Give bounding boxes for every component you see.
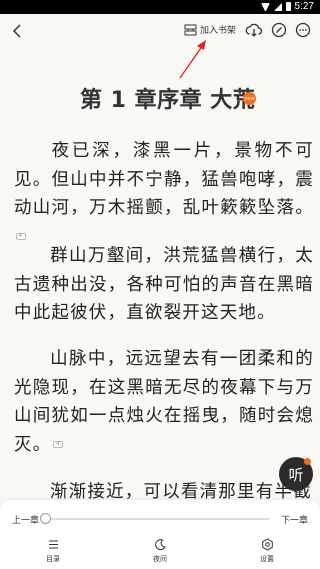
edit-circle-icon (271, 22, 287, 38)
nav-catalog[interactable]: 目录 (28, 538, 78, 564)
next-chapter-button[interactable]: 下一章 (281, 513, 308, 526)
listen-badge-dot (304, 458, 311, 465)
reader-bottom-panel: 上一章 下一章 目录 夜间 设置 (0, 500, 320, 569)
wifi-icon (260, 2, 270, 11)
more-button[interactable] (294, 21, 312, 39)
comment-count-icon[interactable]: 4 (16, 233, 26, 240)
battery-icon (285, 2, 291, 11)
cloud-download-icon (245, 23, 263, 37)
status-icons: 5:27 (260, 1, 314, 12)
paragraph-text: 夜已深，漆黑一片，景物不可见。但山中并不宁静，猛兽咆哮，震动山河，万木摇颤，乱叶… (14, 141, 314, 218)
new-badge: new (243, 92, 256, 105)
paragraph-text: 山脉中，远远望去有一团柔和的光隐现，在这黑暗无尽的夜幕下与万山间犹如一点烛火在摇… (14, 349, 314, 455)
nav-night-mode-label: 夜间 (153, 555, 167, 563)
chapter-title: 第 1 章序章 大荒 (80, 88, 256, 113)
nav-catalog-label: 目录 (46, 555, 60, 563)
comment-button[interactable] (270, 21, 288, 39)
paragraph-text: 渐渐接近，可以看清那里有半截 (50, 482, 312, 500)
nav-settings[interactable]: 设置 (242, 538, 292, 564)
slider-thumb[interactable] (40, 513, 51, 524)
comment-count-icon[interactable]: 4 (53, 441, 64, 448)
paragraph: 渐渐接近，可以看清那里有半截 (14, 478, 314, 500)
top-bar: 加入书架 (0, 14, 320, 50)
status-time: 5:27 (294, 1, 314, 12)
settings-icon (261, 538, 273, 551)
status-bar: 5:27 (0, 0, 320, 14)
list-icon (48, 540, 58, 549)
paragraph: 夜已深，漆黑一片，景物不可见。但山中并不宁静，猛兽咆哮，震动山河，万木摇颤，乱叶… (14, 137, 314, 251)
paragraph: 山脉中，远远望去有一团柔和的光隐现，在这黑暗无尽的夜幕下与万山间犹如一点烛火在摇… (14, 345, 314, 459)
more-icon (295, 22, 311, 38)
chapter-progress-slider[interactable] (45, 518, 270, 520)
add-to-shelf-label: 加入书架 (200, 26, 237, 36)
back-button[interactable] (6, 20, 28, 42)
chevron-left-icon (12, 24, 21, 38)
nav-settings-label: 设置 (260, 555, 274, 563)
bookshelf-icon (184, 24, 197, 35)
nav-night-mode[interactable]: 夜间 (135, 538, 185, 564)
paragraph-text: 群山万壑间，洪荒猛兽横行，太古遗种出没，各种可怕的声音在黑暗中此起彼伏，直欲裂开… (14, 246, 314, 323)
prev-chapter-button[interactable]: 上一章 (12, 513, 39, 526)
paragraph: 群山万壑间，洪荒猛兽横行，太古遗种出没，各种可怕的声音在黑暗中此起彼伏，直欲裂开… (14, 242, 314, 328)
download-button[interactable] (245, 21, 263, 39)
add-to-shelf-button[interactable]: 加入书架 (184, 23, 236, 36)
signal-icon (273, 2, 282, 11)
moon-icon (154, 539, 166, 551)
